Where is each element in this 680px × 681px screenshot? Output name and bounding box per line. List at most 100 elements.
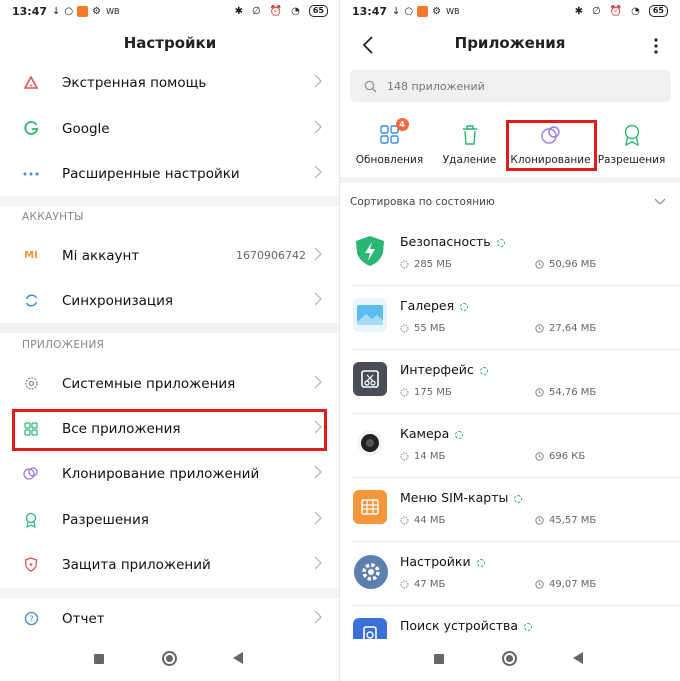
mi-account-id: 1670906742 [236,249,306,262]
section-title-accounts: АККАУНТЫ [22,211,84,223]
loading-icon [455,430,464,439]
app-name: Галерея [400,298,455,313]
alarm-icon: ⏰ [269,5,283,17]
wifi-icon: ◔ [291,5,300,17]
settings-item-label: Экстренная помощь [62,74,207,91]
home-button[interactable] [162,651,177,666]
alarm-icon: ⏰ [609,5,623,17]
chevron-right-icon [314,74,322,88]
mute-icon: ∅ [591,5,601,17]
storage-icon [400,260,409,269]
svg-text:?: ? [29,615,33,624]
chevron-right-icon [314,247,322,261]
settings-item-app-lock[interactable]: Защита приложений [0,542,340,587]
chevron-right-icon [314,556,322,570]
highlight-box [506,120,597,171]
storage-icon [400,452,409,461]
clone-icon [23,466,39,482]
sync-icon: ○ [404,5,414,17]
wifi-icon: ◔ [631,5,640,17]
settings-screen: 13:47 ↓ ○ ⚙ WB ✱ ∅ ⏰ ◔ 65 Настройки Экст… [0,0,340,681]
app-row-camera[interactable]: Камера 14 МБ 696 КБ [340,414,680,478]
home-button[interactable] [502,651,517,666]
settings-item-label: Защита приложений [62,556,211,573]
signal-icon: ↓ [52,5,61,17]
section-divider [0,196,340,206]
app-size: 14 МБ [414,451,446,462]
status-time: 13:47 [352,4,388,18]
status-bar: 13:47 ↓ ○ ⚙ WB ✱ ∅ ⏰ ◔ 65 [340,0,680,22]
app-row-sim-menu[interactable]: Меню SIM-карты 44 МБ 45,57 МБ [340,478,680,542]
page-title: Настройки [123,34,217,52]
sync-icon: ○ [64,5,74,17]
app-name: Камера [400,426,450,441]
settings-app-icon [353,554,388,589]
app-row-interface[interactable]: Интерфейс 175 МБ 54,76 МБ [340,350,680,414]
recents-button[interactable] [434,654,444,664]
bluetooth-icon: ✱ [234,5,243,17]
recents-button[interactable] [94,654,104,664]
settings-item-advanced[interactable]: Расширенные настройки [0,151,340,196]
settings-item-label: Синхронизация [62,292,173,309]
settings-item-sync[interactable]: Синхронизация [0,278,340,323]
wb-icon: WB [106,6,120,16]
settings-item-mi-account[interactable]: MI Mi аккаунт 1670906742 [0,233,340,278]
app-name: Меню SIM-карты [400,490,509,505]
search-icon [364,80,377,93]
loading-icon [476,558,485,567]
loading-icon [496,238,505,247]
sort-label: Сортировка по состоянию [350,196,495,208]
help-circle-icon: ? [23,611,39,627]
tab-uninstall[interactable]: Удаление [427,122,512,166]
app-row-security[interactable]: Безопасность 285 МБ 50,96 МБ [340,222,680,286]
tab-label: Разрешения [597,154,666,166]
trash-icon [457,122,483,148]
google-icon [23,121,39,137]
tab-permissions[interactable]: Разрешения [589,122,674,166]
clock-icon [535,580,544,589]
badge-icon [619,122,645,148]
battery-icon: 65 [648,5,668,17]
clock-icon [535,324,544,333]
settings-item-emergency[interactable]: Экстренная помощь [0,60,340,105]
mi-logo-icon: MI [24,250,38,261]
search-input[interactable] [387,79,637,93]
settings-item-label: Google [62,120,110,137]
storage-icon [400,388,409,397]
search-bar[interactable] [350,70,671,102]
app-size: 44 МБ [414,515,446,526]
more-dots-icon [23,166,39,182]
settings-item-label: Клонирование приложений [62,465,260,482]
app-data: 50,96 МБ [549,259,597,270]
gear-status-icon: ⚙ [92,5,102,17]
gear-status-icon: ⚙ [432,5,442,17]
app-data: 27,64 МБ [549,323,597,334]
app-size: 55 МБ [414,323,446,334]
back-button[interactable] [573,652,583,664]
settings-item-label: Разрешения [62,511,149,528]
updates-icon: 4 [377,118,409,148]
tab-updates[interactable]: 4 Обновления [347,118,432,166]
settings-item-system-apps[interactable]: Системные приложения [0,361,340,406]
chevron-right-icon [314,292,322,306]
app-data: 696 КБ [549,451,586,462]
sort-dropdown[interactable]: Сортировка по состоянию [340,182,680,222]
navigation-bar [340,639,680,681]
clock-icon [535,516,544,525]
settings-item-report[interactable]: ? Отчет [0,596,340,641]
app-name: Безопасность [400,234,491,249]
settings-item-clone-apps[interactable]: Клонирование приложений [0,451,340,496]
settings-item-google[interactable]: Google [0,106,340,151]
sim-app-icon [353,490,387,524]
chevron-right-icon [314,375,322,389]
app-row-settings[interactable]: Настройки 47 МБ 49,07 МБ [340,542,680,606]
mute-icon: ∅ [251,5,261,17]
back-button[interactable] [233,652,243,664]
app-data: 45,57 МБ [549,515,597,526]
settings-item-label: Mi аккаунт [62,247,140,264]
app-row-gallery[interactable]: Галерея 55 МБ 27,64 МБ [340,286,680,350]
settings-item-permissions[interactable]: Разрешения [0,497,340,542]
updates-badge: 4 [395,118,409,131]
gear-icon [23,376,39,392]
more-menu-icon[interactable] [654,38,658,54]
